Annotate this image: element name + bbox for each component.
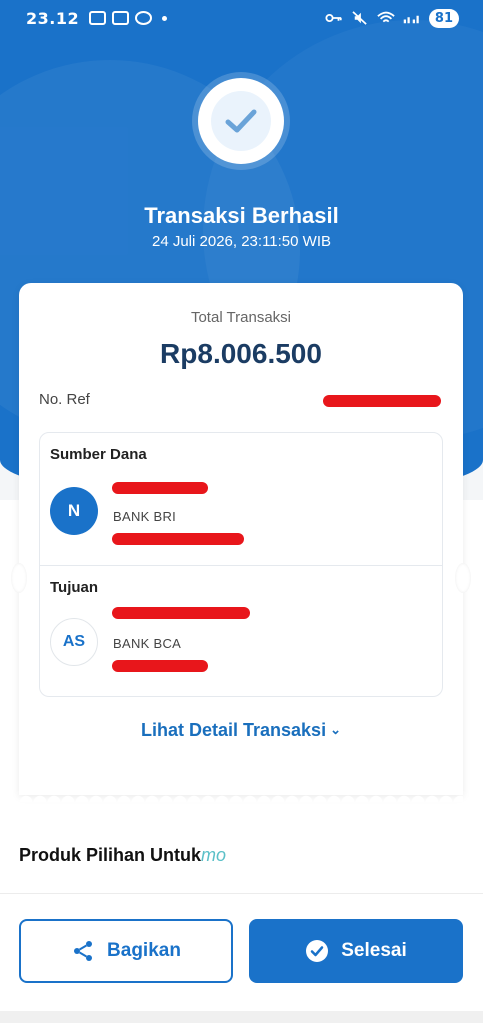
source-label: Sumber Dana bbox=[50, 446, 147, 463]
destination-label: Tujuan bbox=[50, 579, 99, 596]
notification-dot bbox=[162, 15, 168, 21]
status-bar: 23.12 81 bbox=[0, 0, 483, 36]
success-badge bbox=[198, 78, 284, 164]
destination: Tujuan AS BANK BCA bbox=[39, 566, 443, 697]
notification-app-icon bbox=[135, 11, 153, 25]
share-button-label: Bagikan bbox=[107, 940, 181, 961]
redacted-ref-number bbox=[323, 395, 441, 407]
signal-icon bbox=[403, 15, 419, 24]
ref-label: No. Ref bbox=[39, 391, 90, 408]
system-nav-bar bbox=[0, 1011, 483, 1023]
key-icon bbox=[325, 13, 342, 23]
brand-logo: mo bbox=[201, 845, 227, 865]
mute-icon bbox=[352, 11, 367, 25]
source-of-funds: Sumber Dana N BANK BRI bbox=[39, 432, 443, 566]
battery-level: 81 bbox=[428, 8, 459, 28]
avatar: N bbox=[50, 487, 98, 535]
card-notch bbox=[11, 563, 27, 593]
total-label: Total Transaksi bbox=[190, 309, 292, 326]
redacted-account-name bbox=[112, 482, 208, 494]
redacted-account-name bbox=[112, 607, 250, 619]
card-zigzag-edge bbox=[19, 790, 463, 802]
card-notch bbox=[455, 563, 471, 593]
wifi-icon bbox=[377, 11, 395, 23]
chevron-down-icon: ⌄ bbox=[330, 722, 341, 737]
avatar: AS bbox=[50, 618, 98, 666]
status-icons: 81 bbox=[325, 8, 459, 28]
view-transaction-detail-link[interactable]: Lihat Detail Transaksi ⌄ bbox=[19, 720, 463, 741]
share-button[interactable]: Bagikan bbox=[19, 919, 233, 983]
receipt-card: Total Transaksi Rp8.006.500 No. Ref Sumb… bbox=[19, 283, 463, 795]
divider bbox=[0, 893, 483, 894]
total-amount: Rp8.006.500 bbox=[160, 338, 322, 369]
recommendation-title: Produk Pilihan Untukmo bbox=[19, 845, 227, 865]
status-time: 23.12 bbox=[26, 8, 80, 28]
redacted-account-number bbox=[112, 533, 244, 545]
destination-bank: BANK BCA bbox=[113, 636, 182, 651]
transaction-datetime: 24 Juli 2026, 23:11:50 WIB bbox=[151, 233, 331, 250]
page-title: Transaksi Berhasil bbox=[144, 203, 339, 228]
done-button-label: Selesai bbox=[341, 940, 407, 961]
source-bank: BANK BRI bbox=[113, 509, 177, 524]
check-icon bbox=[225, 109, 257, 133]
notification-app-icon bbox=[89, 11, 107, 25]
detail-link-label: Lihat Detail Transaksi bbox=[141, 720, 327, 740]
share-icon bbox=[74, 941, 93, 961]
notification-app-icon bbox=[112, 11, 130, 25]
check-circle-icon bbox=[306, 940, 329, 962]
done-button[interactable]: Selesai bbox=[249, 919, 463, 983]
redacted-account-number bbox=[112, 660, 208, 672]
